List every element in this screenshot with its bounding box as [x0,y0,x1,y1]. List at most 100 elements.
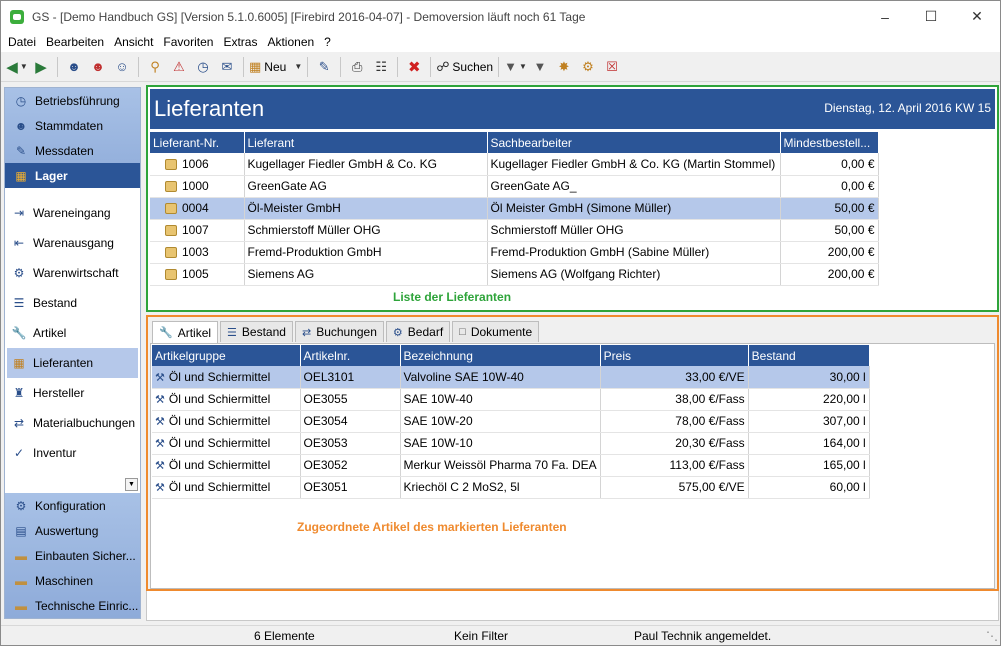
column-header-preis[interactable]: Preis [600,345,749,366]
wrench-icon: ⚒ [155,460,165,472]
menu-help[interactable]: ? [321,35,338,49]
sidebar-group-lager[interactable]: ▦ Lager [5,163,140,188]
table-row[interactable]: ⚒ Öl und Schiermittel OE3053 SAE 10W-10 2… [152,432,870,455]
supplier-contact: Siemens AG (Wolfgang Richter) [487,263,781,286]
table-row[interactable]: 1007 Schmierstoff Müller OHG Schmierstof… [150,219,879,242]
wrench-icon: ⚒ [155,482,165,494]
back-button[interactable]: ◀ ▼ [6,56,28,78]
articles-tab-panel: Artikelgruppe Artikelnr. Bezeichnung Pre… [150,343,995,589]
user-key-icon: ☻ [67,59,81,74]
column-header-artikelnr[interactable]: Artikelnr. [300,345,401,366]
filter-button[interactable]: ▼ ▼ [504,56,527,78]
supplier-nr: 1003 [182,245,209,259]
column-header-lieferant-nr[interactable]: Lieferant-Nr. [150,132,245,153]
column-header-lieferant[interactable]: Lieferant [244,132,488,153]
supplier-nr-cell: 1005 [150,263,245,286]
sidebar-item-bestand[interactable]: ☰ Bestand [5,288,140,318]
tab-label: Artikel [177,325,212,340]
arrow-right-icon: ▶ [35,58,47,76]
supplier-icon [165,203,177,214]
user-remove-button[interactable]: ☻ [87,56,109,78]
sidebar-group-technische[interactable]: ▬ Technische Einric... [5,593,140,618]
clock-icon: ◷ [15,93,27,108]
user-info-button[interactable]: ☺ [111,56,133,78]
supplier-contact: Kugellager Fiedler GmbH & Co. KG (Martin… [487,153,781,176]
toolbar-separator [138,56,139,77]
sidebar-group-betriebsfuehrung[interactable]: ◷ Betriebsführung [5,88,140,113]
search-record-button[interactable]: ⚲ [144,56,166,78]
new-button[interactable]: ▦ Neu ▼ [249,56,302,78]
sidebar-item-warenausgang[interactable]: ⇤ Warenausgang [5,228,140,258]
menu-ansicht[interactable]: Ansicht [111,35,160,49]
navigation-sidebar: ◷ Betriebsführung ☻ Stammdaten ✎ Messdaten … [4,87,141,619]
sidebar-item-wareneingang[interactable]: ⇥ Wareneingang [5,198,140,228]
sidebar-group-konfiguration[interactable]: ⚙ Konfiguration [5,493,140,518]
table-row[interactable]: 1005 Siemens AG Siemens AG (Wolfgang Ric… [150,263,879,286]
sidebar-scroll-down-button[interactable]: ▼ [125,478,138,491]
minimize-button[interactable]: – [862,1,908,32]
search-button[interactable]: ☍ Suchen [436,56,493,78]
tab-bestand[interactable]: ☰ Bestand [220,321,293,342]
tab-artikel[interactable]: 🔧 Artikel [152,321,219,343]
article-nr: OE3053 [300,432,401,455]
sidebar-group-auswertung[interactable]: ▤ Auswertung [5,518,140,543]
print-preview-button[interactable]: ☷ [370,56,392,78]
table-row[interactable]: 1006 Kugellager Fiedler GmbH & Co. KG Ku… [150,153,879,176]
menu-bearbeiten[interactable]: Bearbeiten [43,35,111,49]
supplier-icon [165,181,177,192]
filter-new-button[interactable]: ✸ [553,56,575,78]
tab-dokumente[interactable]: □ Dokumente [452,321,540,342]
table-row[interactable]: 1000 GreenGate AG GreenGate AG_ 0,00 € [150,175,879,198]
table-row-selected[interactable]: 0004 Öl-Meister GmbH Öl Meister GmbH (Si… [150,197,879,220]
sidebar-group-maschinen[interactable]: ▬ Maschinen [5,568,140,593]
sidebar-item-materialbuchungen[interactable]: ⇄ Materialbuchungen [5,408,140,438]
document-icon: □ [459,326,466,338]
column-header-bezeichnung[interactable]: Bezeichnung [400,345,601,366]
filter-apply-button[interactable]: ▼ [529,56,551,78]
menu-favoriten[interactable]: Favoriten [160,35,220,49]
edit-button[interactable]: ✎ [313,56,335,78]
sidebar-top-groups: ◷ Betriebsführung ☻ Stammdaten ✎ Messdaten … [5,88,140,188]
filter-remove-button[interactable]: ☒ [601,56,623,78]
comment-button[interactable]: ✉ [216,56,238,78]
alert-button[interactable]: ⚠ [168,56,190,78]
sidebar-item-hersteller[interactable]: ♜ Hersteller [5,378,140,408]
menu-extras[interactable]: Extras [220,35,264,49]
tab-buchungen[interactable]: ⇄ Buchungen [294,321,384,342]
table-row-selected[interactable]: ⚒ Öl und Schiermittel OEL3101 Valvoline S… [152,366,870,389]
sidebar-group-einbauten[interactable]: ▬ Einbauten Sicher... [5,543,140,568]
sidebar-item-artikel[interactable]: 🔧 Artikel [5,318,140,348]
supplier-min-order: 50,00 € [780,219,879,242]
sidebar-item-warenwirtschaft[interactable]: ⚙ Warenwirtschaft [5,258,140,288]
maximize-button[interactable]: ☐ [908,1,954,32]
close-button[interactable]: ✕ [954,1,1000,32]
table-row[interactable]: ⚒ Öl und Schiermittel OE3051 Kriechöl C 2… [152,476,870,499]
column-header-mindestbestell[interactable]: Mindestbestell... [780,132,879,153]
table-row[interactable]: ⚒ Öl und Schiermittel OE3055 SAE 10W-40 3… [152,388,870,411]
sidebar-group-stammdaten[interactable]: ☻ Stammdaten [5,113,140,138]
menu-aktionen[interactable]: Aktionen [264,35,321,49]
supplier-min-order: 200,00 € [780,263,879,286]
column-header-artikelgruppe[interactable]: Artikelgruppe [152,345,301,366]
table-row[interactable]: ⚒ Öl und Schiermittel OE3054 SAE 10W-20 7… [152,410,870,433]
forward-button[interactable]: ▶ [30,56,52,78]
article-stock: 165,00 l [748,454,870,477]
table-row[interactable]: 1003 Fremd-Produktion GmbH Fremd-Produkt… [150,241,879,264]
resize-grip-icon[interactable]: ⋱ [986,629,998,643]
calendar-24-button[interactable]: ◷ [192,56,214,78]
filter-edit-button[interactable]: ⚙ [577,56,599,78]
menu-datei[interactable]: Datei [5,35,43,49]
user-key-button[interactable]: ☻ [63,56,85,78]
print-button[interactable]: ⎙ [346,56,368,78]
sidebar-item-lieferanten[interactable]: ▦ Lieferanten [7,348,138,378]
sidebar-item-inventur[interactable]: ✓ Inventur [5,438,140,468]
column-header-bestand[interactable]: Bestand [748,345,870,366]
sidebar-group-messdaten[interactable]: ✎ Messdaten [5,138,140,163]
wrench-icon: 🔧 [159,327,173,339]
table-row[interactable]: ⚒ Öl und Schiermittel OE3052 Merkur Weiss… [152,454,870,477]
delete-button[interactable]: ✖ [403,56,425,78]
current-date: Dienstag, 12. April 2016 KW 15 [824,101,991,115]
tab-bedarf[interactable]: ⚙ Bedarf [385,321,451,342]
column-header-sachbearbeiter[interactable]: Sachbearbeiter [487,132,781,153]
user-info-icon: ☺ [115,59,129,74]
